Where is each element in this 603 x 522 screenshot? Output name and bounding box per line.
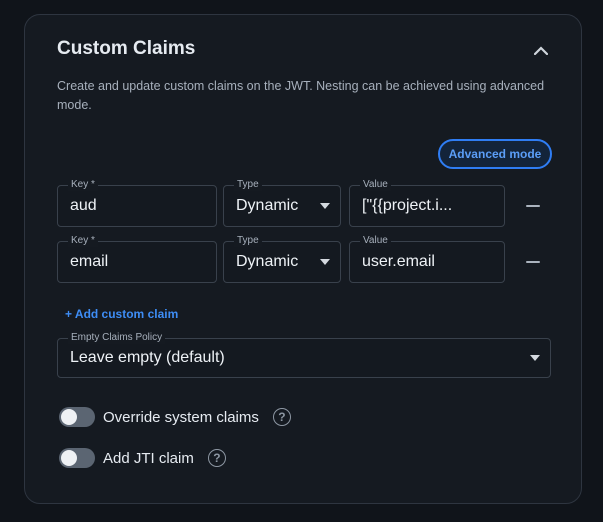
remove-claim-button[interactable]: [522, 195, 544, 217]
dropdown-caret-icon: [530, 355, 540, 361]
empty-claims-policy-select[interactable]: Empty Claims Policy Leave empty (default…: [57, 332, 551, 378]
claim-value-text: ["{{project.i...: [362, 197, 453, 214]
claim-value-label: Value: [360, 179, 391, 191]
chevron-up-icon: [534, 45, 548, 55]
claim-value-field[interactable]: Value user.email: [349, 235, 505, 283]
dropdown-caret-icon: [320, 203, 330, 209]
add-jti-claim-row: Add JTI claim ?: [59, 448, 226, 468]
section-description: Create and update custom claims on the J…: [57, 79, 545, 112]
claim-type-label: Type: [234, 179, 262, 191]
toggle-knob: [61, 409, 77, 425]
remove-claim-button[interactable]: [522, 251, 544, 273]
override-system-claims-label: Override system claims: [103, 408, 259, 426]
minus-icon: [526, 205, 540, 207]
claim-value-text: user.email: [362, 253, 435, 270]
minus-icon: [526, 261, 540, 263]
override-system-claims-row: Override system claims ?: [59, 407, 291, 427]
claim-key-label: Key *: [68, 179, 98, 191]
claim-type-select[interactable]: Type Dynamic: [223, 179, 341, 227]
add-jti-claim-label: Add JTI claim: [103, 449, 194, 467]
claim-key-value: email: [70, 253, 109, 270]
claim-key-label: Key *: [68, 235, 98, 247]
collapse-button[interactable]: [530, 39, 552, 61]
advanced-mode-button[interactable]: Advanced mode: [438, 139, 552, 169]
claim-value-label: Value: [360, 235, 391, 247]
claim-key-field[interactable]: Key * email: [57, 235, 217, 283]
claim-key-field[interactable]: Key * aud: [57, 179, 217, 227]
add-jti-claim-toggle[interactable]: [59, 448, 95, 468]
dropdown-caret-icon: [320, 259, 330, 265]
claim-type-value: Dynamic: [236, 197, 299, 214]
toggle-knob: [61, 450, 77, 466]
claim-type-value: Dynamic: [236, 253, 299, 270]
add-custom-claim-link[interactable]: + Add custom claim: [65, 307, 178, 321]
help-icon[interactable]: ?: [272, 408, 291, 426]
override-system-claims-toggle[interactable]: [59, 407, 95, 427]
empty-claims-policy-label: Empty Claims Policy: [68, 332, 166, 344]
claim-type-select[interactable]: Type Dynamic: [223, 235, 341, 283]
claim-type-label: Type: [234, 235, 262, 247]
section-title: Custom Claims: [57, 38, 196, 59]
claim-key-value: aud: [70, 197, 97, 214]
empty-claims-policy-value: Leave empty (default): [70, 349, 225, 366]
help-icon[interactable]: ?: [207, 449, 226, 467]
custom-claims-card: Custom Claims Create and update custom c…: [24, 14, 582, 504]
claim-value-field[interactable]: Value ["{{project.i...: [349, 179, 505, 227]
